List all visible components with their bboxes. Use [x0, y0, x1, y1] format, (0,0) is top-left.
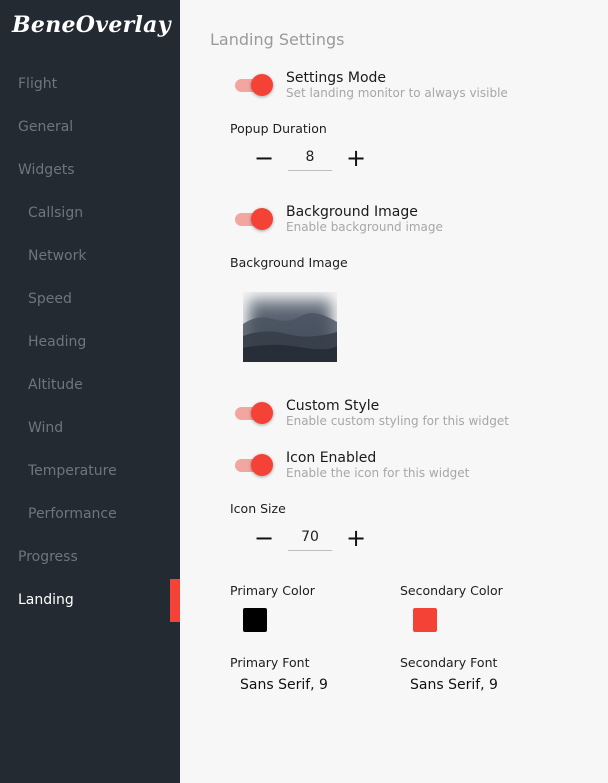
primary-color-swatch[interactable]	[243, 608, 267, 632]
sidebar-item-progress[interactable]: Progress	[0, 536, 180, 579]
primary-font-label: Primary Font	[230, 655, 310, 670]
secondary-color-label: Secondary Color	[400, 583, 503, 598]
icon-size-increment-button[interactable]: +	[344, 526, 368, 550]
sidebar-item-temperature[interactable]: Temperature	[0, 450, 180, 493]
page-title: Landing Settings	[210, 30, 345, 49]
settings-mode-description: Set landing monitor to always visible	[286, 86, 508, 100]
custom-style-toggle[interactable]	[233, 402, 273, 424]
background-image-toggle[interactable]	[233, 208, 273, 230]
primary-color-label: Primary Color	[230, 583, 315, 598]
custom-style-title: Custom Style	[286, 398, 380, 414]
custom-style-description: Enable custom styling for this widget	[286, 414, 509, 428]
icon-enabled-title: Icon Enabled	[286, 450, 377, 466]
sidebar-item-speed[interactable]: Speed	[0, 278, 180, 321]
popup-duration-label: Popup Duration	[230, 121, 327, 136]
icon-enabled-description: Enable the icon for this widget	[286, 466, 470, 480]
secondary-color-swatch[interactable]	[413, 608, 437, 632]
icon-enabled-toggle[interactable]	[233, 454, 273, 476]
sidebar-item-heading[interactable]: Heading	[0, 321, 180, 364]
sidebar-item-network[interactable]: Network	[0, 235, 180, 278]
app-logo: BeneOverlay	[12, 12, 171, 38]
icon-size-input[interactable]	[288, 523, 332, 551]
icon-size-label: Icon Size	[230, 501, 286, 516]
toggle-thumb	[251, 402, 273, 424]
background-image-preview[interactable]	[243, 292, 337, 362]
sidebar-item-wind[interactable]: Wind	[0, 407, 180, 450]
sidebar-item-callsign[interactable]: Callsign	[0, 192, 180, 235]
sidebar-item-landing[interactable]: Landing	[0, 579, 180, 622]
toggle-thumb	[251, 208, 273, 230]
settings-mode-toggle[interactable]	[233, 74, 273, 96]
sidebar-item-altitude[interactable]: Altitude	[0, 364, 180, 407]
active-indicator	[170, 579, 180, 622]
sidebar-item-performance[interactable]: Performance	[0, 493, 180, 536]
toggle-thumb	[251, 74, 273, 96]
sidebar-item-general[interactable]: General	[0, 106, 180, 149]
secondary-font-label: Secondary Font	[400, 655, 498, 670]
popup-duration-decrement-button[interactable]: −	[252, 146, 276, 170]
sidebar-item-widgets[interactable]: Widgets	[0, 149, 180, 192]
popup-duration-input[interactable]	[288, 143, 332, 171]
popup-duration-increment-button[interactable]: +	[344, 146, 368, 170]
background-image-description: Enable background image	[286, 220, 443, 234]
settings-mode-title: Settings Mode	[286, 70, 387, 86]
sidebar-item-flight[interactable]: Flight	[0, 63, 180, 106]
secondary-font-value[interactable]: Sans Serif, 9	[410, 677, 498, 693]
background-image-title: Background Image	[286, 204, 418, 220]
primary-font-value[interactable]: Sans Serif, 9	[240, 677, 328, 693]
background-image-label: Background Image	[230, 255, 348, 270]
icon-size-decrement-button[interactable]: −	[252, 526, 276, 550]
main-content: Landing Settings Settings Mode Set landi…	[180, 0, 608, 783]
toggle-thumb	[251, 454, 273, 476]
sidebar: BeneOverlay Flight General Widgets Calls…	[0, 0, 180, 783]
sidebar-item-label: Landing	[18, 592, 74, 608]
